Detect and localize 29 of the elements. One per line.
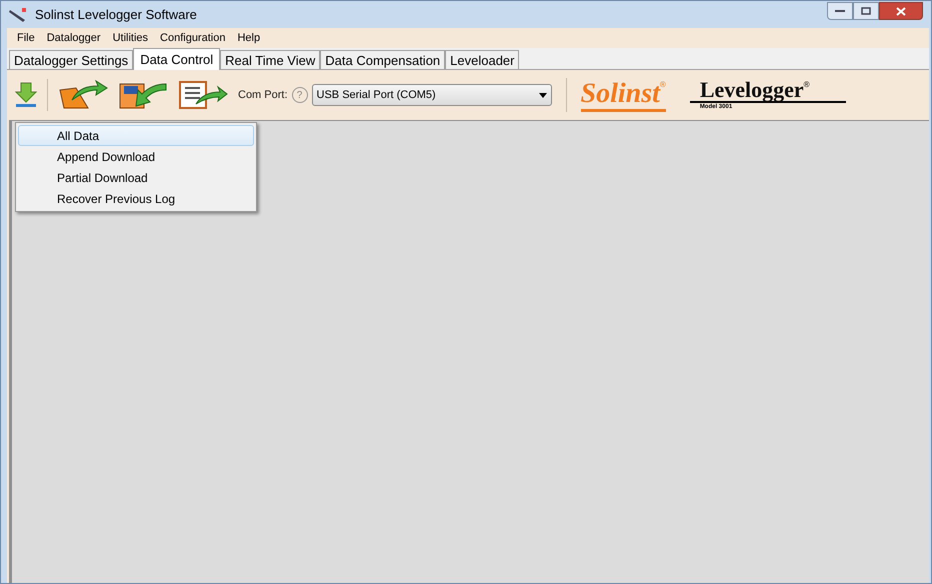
com-port-dropdown[interactable]: USB Serial Port (COM5) <box>312 84 552 106</box>
window-title: Solinst Levelogger Software <box>35 6 197 24</box>
minimize-icon <box>835 9 845 13</box>
folder-arrow-icon[interactable] <box>58 80 108 110</box>
menu-item[interactable]: Append Download <box>18 146 254 167</box>
menu-item[interactable]: Configuration <box>154 30 232 46</box>
tab[interactable]: Leveloader <box>445 50 520 69</box>
com-port-label: Com Port: <box>238 88 288 103</box>
minimize-button[interactable] <box>827 2 853 20</box>
solinst-logo: Solinst® <box>580 78 666 112</box>
menu-item[interactable]: File <box>11 30 41 46</box>
maximize-icon <box>861 7 871 15</box>
close-icon <box>896 6 906 16</box>
close-button[interactable] <box>879 2 923 20</box>
menu-item[interactable]: Recover Previous Log <box>18 188 254 209</box>
menu-item[interactable]: Help <box>231 30 266 46</box>
menu-item[interactable]: All Data <box>18 125 254 146</box>
tab[interactable]: Datalogger Settings <box>9 50 134 69</box>
tab[interactable]: Data Compensation <box>320 50 446 69</box>
maximize-button[interactable] <box>853 2 879 20</box>
report-arrow-icon[interactable] <box>178 80 228 110</box>
menu-item[interactable]: Datalogger <box>40 30 107 46</box>
menu-item[interactable]: Partial Download <box>18 167 254 188</box>
caret-icon <box>538 92 547 98</box>
tab[interactable]: Data Control <box>133 48 220 70</box>
menu-item[interactable]: Utilities <box>106 30 154 46</box>
tab[interactable]: Real Time View <box>220 50 320 69</box>
download-icon[interactable] <box>15 82 37 108</box>
app-icon <box>9 6 27 22</box>
